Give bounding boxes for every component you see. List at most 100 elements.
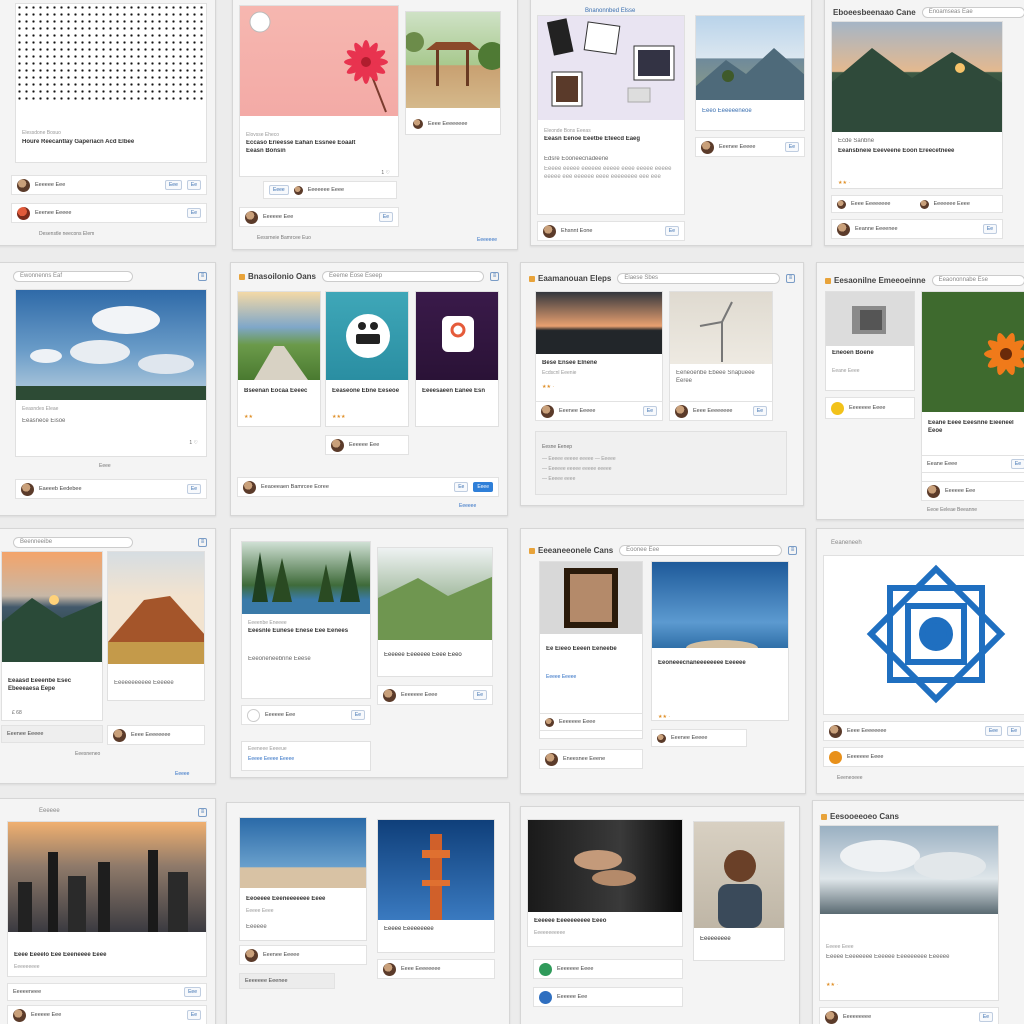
post-image[interactable]	[528, 820, 682, 912]
comment-row[interactable]: Eeeeeee Eeee	[533, 959, 683, 979]
action-row[interactable]: Eeane Eeee Ee	[921, 455, 1024, 473]
post-image[interactable]	[670, 292, 772, 364]
post-image[interactable]	[378, 548, 492, 640]
menu-icon[interactable]: ≡	[786, 273, 795, 283]
post-card[interactable]: Eeasndes Eleae Eeasnece Eisoe 1 ♡	[15, 289, 207, 457]
post-card[interactable]: Eeoneeecnaneeeeeeee Eeeeee ★★ ·	[651, 561, 789, 721]
comment-row[interactable]: Eeenee Eeeee	[239, 945, 367, 965]
comment-row[interactable]: Eeenee Eeeee Ee	[695, 137, 805, 157]
avatar[interactable]	[539, 990, 552, 1004]
comment-row[interactable]: Eeee Eeeeeeee Ee	[669, 401, 773, 421]
avatar[interactable]	[543, 224, 556, 238]
avatar[interactable]	[17, 206, 30, 220]
search-input[interactable]: Eeeme Eose Eseep	[322, 270, 484, 282]
follow-button[interactable]: Eeee	[473, 482, 493, 492]
avatar[interactable]	[837, 199, 846, 209]
save-button[interactable]: Ee	[752, 406, 767, 416]
post-card[interactable]: Bese Ensee Elnene Ecdscnl Eeenie ★★ ·	[535, 291, 663, 415]
save-button[interactable]: Ee	[186, 180, 201, 190]
avatar[interactable]	[539, 962, 552, 976]
action-row[interactable]: Eeenee Eeeee	[1, 725, 103, 743]
post-image[interactable]	[536, 292, 662, 354]
avatar[interactable]	[293, 185, 303, 195]
post-card[interactable]: Bseenan Eocaa Eeeec ★★	[237, 291, 321, 427]
avatar[interactable]	[837, 222, 850, 236]
save-button[interactable]: Ee	[1010, 459, 1024, 469]
action-row[interactable]: Eeee Eeeeeee Eeee	[263, 181, 397, 199]
save-button[interactable]: Ee	[186, 1010, 201, 1020]
save-button[interactable]: Ee	[784, 142, 799, 152]
comment-row[interactable]: Ehsnnt Eone Ee	[537, 221, 685, 241]
save-button[interactable]: Ee	[472, 690, 487, 700]
post-image[interactable]	[652, 562, 788, 656]
avatar[interactable]	[17, 178, 30, 192]
post-card[interactable]: Elessdone Bosuo Houre Reecantlay Gaperia…	[15, 3, 207, 163]
menu-icon[interactable]: ≡	[490, 271, 499, 281]
action-row[interactable]: Eeee Eeeeeeee Eeeeeee Eeee	[831, 195, 1003, 213]
post-card[interactable]: Eeee Eeeeeeee	[405, 11, 501, 135]
search-input[interactable]: Enoamseas Eae	[921, 6, 1024, 18]
save-button[interactable]: Ee	[186, 484, 201, 494]
post-image[interactable]	[238, 292, 320, 380]
comment-row[interactable]: Eeeeee Eee	[533, 987, 683, 1007]
post-image[interactable]	[242, 542, 370, 614]
share-button[interactable]: Eee	[984, 726, 1002, 736]
share-button[interactable]: Eee	[184, 987, 201, 997]
avatar[interactable]	[331, 438, 344, 452]
avatar[interactable]	[657, 733, 666, 743]
avatar[interactable]	[919, 199, 929, 209]
author-row[interactable]: Eeeeeee Eeee	[825, 397, 915, 419]
save-button[interactable]: Ee	[454, 482, 469, 492]
post-image[interactable]	[378, 820, 494, 920]
avatar[interactable]	[545, 752, 558, 766]
save-button[interactable]: Ee	[1006, 726, 1021, 736]
comment-row[interactable]: Eeee Eeeeeeee	[377, 959, 495, 979]
action-row[interactable]: Eeenee Eeeee	[651, 729, 747, 747]
post-image[interactable]	[820, 826, 998, 914]
share-button[interactable]: Eee	[164, 180, 182, 190]
avatar[interactable]	[247, 708, 260, 722]
avatar[interactable]	[701, 140, 714, 154]
avatar[interactable]	[113, 728, 126, 742]
post-card[interactable]: Eeeee Eeeeeeeee	[377, 819, 495, 953]
comment-row[interactable]: Eeenee Eeeee Ee	[11, 203, 207, 223]
post-image[interactable]	[696, 16, 804, 100]
post-card[interactable]: Eeeeeeeee	[693, 821, 785, 961]
post-image[interactable]	[2, 552, 102, 662]
post-card[interactable]: Elovsse Eheco Eccaso Erieesse Eahan Essn…	[239, 5, 399, 177]
post-card[interactable]: Eeeeeeeeeee Eeeeee	[107, 551, 205, 701]
comment-row[interactable]: Eeee Eeeeeeee	[107, 725, 205, 745]
post-image[interactable]	[694, 822, 784, 928]
post-image[interactable]	[16, 4, 206, 104]
comment-row[interactable]: Eeeeee Eee Ee	[239, 207, 399, 227]
avatar[interactable]	[545, 717, 554, 727]
comment-row[interactable]: Eaeeeb Eedebee Ee	[15, 479, 207, 499]
save-button[interactable]: Ee	[978, 1012, 993, 1022]
post-card[interactable]: Eeeesaeen Eanee Esn	[415, 291, 499, 427]
search-input[interactable]: Eeeeee	[33, 807, 113, 818]
post-image[interactable]	[826, 292, 914, 346]
save-button[interactable]: Ee	[642, 406, 657, 416]
avatar[interactable]	[383, 962, 396, 976]
post-card[interactable]: Ecde Sanbne Eeansbneie Eeeveene Eoon Ere…	[831, 21, 1003, 189]
avatar[interactable]	[13, 1008, 26, 1022]
post-image[interactable]	[16, 290, 206, 400]
save-button[interactable]: Ee	[664, 226, 679, 236]
search-input[interactable]: Eeaononnabe Ese	[931, 274, 1024, 286]
post-image[interactable]	[8, 822, 206, 932]
post-image[interactable]	[240, 818, 366, 888]
comment-row[interactable]: Eeeeee Eee	[325, 435, 409, 455]
comment-row[interactable]: Eeeeee Eee Ee	[241, 705, 371, 725]
post-card[interactable]: Eeneoenbe Ebeee Snapueee Eeree	[669, 291, 773, 415]
search-input[interactable]: Elaese Sbes	[617, 272, 780, 284]
save-button[interactable]: Ee	[982, 224, 997, 234]
post-card[interactable]: Eeee Eeeelo Eee Eeeneeee Eeee Eeeeeeeee	[7, 821, 207, 977]
avatar[interactable]	[245, 210, 258, 224]
comment-row[interactable]: Eeaoeeaen Bamrcee Eoree Ee Eeee	[237, 477, 499, 497]
avatar[interactable]	[21, 482, 34, 496]
post-card[interactable]: Eleonde Bons Eeeas Eeasn Eenoe Eeetbe Et…	[537, 15, 685, 215]
post-card[interactable]: Eeeo Eeeeeeneoe	[695, 15, 805, 131]
post-card[interactable]: Eeaseone Ebne Eeseoe ★★★	[325, 291, 409, 427]
post-image[interactable]	[540, 562, 642, 634]
comment-row[interactable]: Eeanne Eeeenee Ee	[831, 219, 1003, 239]
